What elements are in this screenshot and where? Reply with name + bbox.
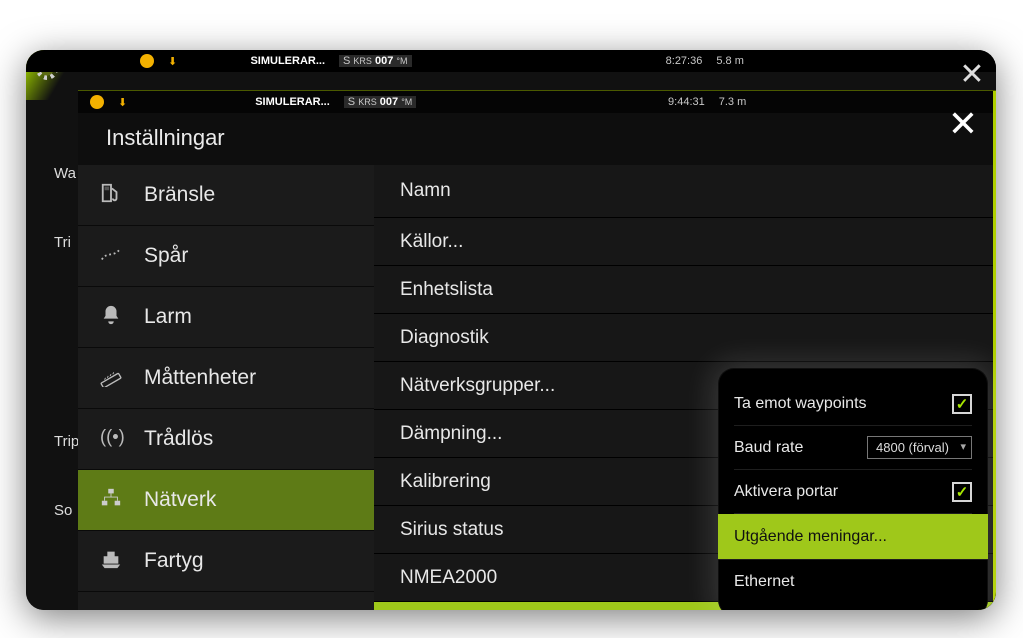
sidebar-item-wave[interactable]: Simulator <box>78 592 374 610</box>
status-bar-back: ⬇ SIMULERAR... S KRS 007 °M 8:27:36 5.8 … <box>26 50 996 72</box>
nmea0183-popup: Ta emot waypoints ✓ Baud rate 4800 (förv… <box>718 368 988 610</box>
label: Ta emot waypoints <box>734 395 867 413</box>
download-icon: ⬇ <box>168 55 177 68</box>
simulate-label: SIMULERAR... <box>255 96 330 108</box>
main-item-label: Nätverksgrupper... <box>400 375 555 397</box>
row-activate-ports[interactable]: Aktivera portar ✓ <box>734 470 972 514</box>
main-item[interactable]: Källor... <box>374 218 996 266</box>
main-item-label: Namn <box>400 180 451 202</box>
main-item-label: Dämpning... <box>400 423 502 445</box>
label: Aktivera portar <box>734 483 838 501</box>
sidebar-item-label: Fartyg <box>144 549 204 573</box>
heading-badge: S KRS 007 °M <box>344 96 417 108</box>
label: Baud rate <box>734 439 803 457</box>
label: Ethernet <box>734 573 794 591</box>
net-icon <box>98 487 124 514</box>
baud-select[interactable]: 4800 (förval) <box>867 436 972 459</box>
main-item[interactable]: Enhetslista <box>374 266 996 314</box>
row-receive-waypoints[interactable]: Ta emot waypoints ✓ <box>734 382 972 426</box>
globe-icon <box>90 95 104 109</box>
globe-icon <box>140 54 154 68</box>
bell-icon <box>98 304 124 331</box>
row-baud-rate[interactable]: Baud rate 4800 (förval) <box>734 426 972 470</box>
main-item-label: Diagnostik <box>400 327 489 349</box>
page-title: Inställningar <box>78 113 996 165</box>
label: Utgående meningar... <box>734 528 887 546</box>
main-item[interactable]: Diagnostik <box>374 314 996 362</box>
main-item-label: Kalibrering <box>400 471 491 493</box>
wave-icon <box>98 609 124 611</box>
app-outer: ⬇ SIMULERAR... S KRS 007 °M 8:27:36 5.8 … <box>26 50 996 610</box>
sidebar-item-label: Trådlös <box>144 427 213 451</box>
main-item-label: Källor... <box>400 231 463 253</box>
ship-icon <box>98 548 124 575</box>
sidebar-item-ruler[interactable]: Måttenheter <box>78 348 374 409</box>
sidebar-item-label: Nätverk <box>144 488 216 512</box>
sidebar-item-wifi[interactable]: ((•)) Trådlös <box>78 409 374 470</box>
wifi-icon: ((•)) <box>98 426 124 453</box>
svg-text:((•)): ((•)) <box>100 426 124 447</box>
row-ethernet[interactable]: Ethernet <box>734 560 972 604</box>
main-item-label: NMEA2000 <box>400 567 497 589</box>
sidebar-item-label: Larm <box>144 305 192 329</box>
sidebar-item-track[interactable]: Spår <box>78 226 374 287</box>
close-button[interactable]: ✕ <box>948 103 978 145</box>
fuel-icon <box>98 182 124 209</box>
ruler-icon <box>98 365 124 392</box>
settings-sidebar: Bränsle Spår Larm Måttenheter ((•)) Trådlös Nä… <box>78 165 374 610</box>
sidebar-item-ship[interactable]: Fartyg <box>78 531 374 592</box>
sidebar-item-net[interactable]: Nätverk <box>78 470 374 531</box>
sidebar-item-label: Spår <box>144 244 188 268</box>
main-item-label: Sirius status <box>400 519 503 541</box>
main-item-label: Enhetslista <box>400 279 493 301</box>
status-bar-front: ⬇ SIMULERAR... S KRS 007 °M 9:44:31 7.3 … <box>78 91 996 113</box>
close-back-button[interactable]: ✕ <box>940 50 996 98</box>
row-outgoing-sentences[interactable]: Utgående meningar... <box>718 514 988 560</box>
main-item[interactable]: Namn <box>374 165 996 218</box>
depth-label: 5.8 m <box>716 55 744 67</box>
sidebar-item-label: Bränsle <box>144 183 215 207</box>
track-icon <box>98 243 124 270</box>
download-icon: ⬇ <box>118 96 127 109</box>
time-label: 9:44:31 <box>668 96 705 108</box>
checkbox-receive[interactable]: ✓ <box>952 394 972 414</box>
checkbox-ports[interactable]: ✓ <box>952 482 972 502</box>
time-label: 8:27:36 <box>666 55 703 67</box>
sidebar-item-fuel[interactable]: Bränsle <box>78 165 374 226</box>
heading-badge: S KRS 007 °M <box>339 55 412 67</box>
sidebar-item-bell[interactable]: Larm <box>78 287 374 348</box>
sidebar-item-label: Måttenheter <box>144 366 256 390</box>
simulate-label: SIMULERAR... <box>250 55 325 67</box>
depth-label: 7.3 m <box>719 96 747 108</box>
